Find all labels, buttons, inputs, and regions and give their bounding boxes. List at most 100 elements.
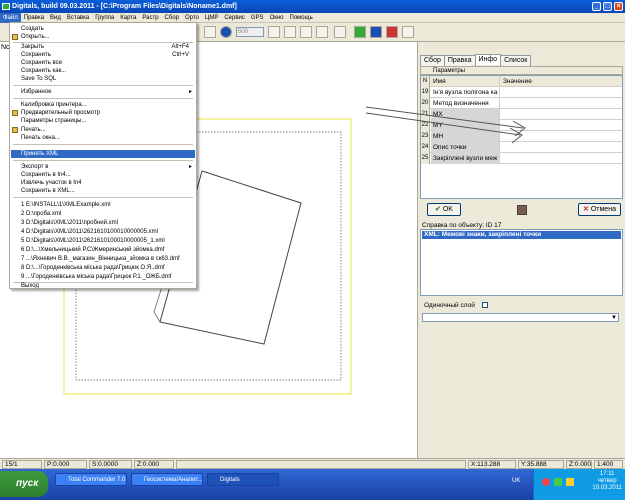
menu-item-export[interactable]: Экспорт в ▸ bbox=[11, 163, 195, 171]
menu-separator bbox=[13, 197, 193, 198]
menu-gps[interactable]: GPS bbox=[248, 13, 267, 23]
menu-item-exit[interactable]: Выход bbox=[11, 282, 195, 290]
layer-dropdown[interactable]: ▼ bbox=[422, 313, 619, 322]
language-indicator[interactable]: UK bbox=[512, 478, 520, 484]
menu-item-label: 7 ...\Яхневич В.В._магазин_Вінницька_зйо… bbox=[21, 256, 180, 262]
minimize-button[interactable]: _ bbox=[592, 2, 601, 11]
menu-item-save-sql[interactable]: Save To SQL bbox=[11, 75, 195, 83]
grid-icon[interactable] bbox=[268, 26, 280, 38]
system-tray: 17:11 четвер 10.03.2011 bbox=[533, 469, 625, 500]
menu-item-label: Печать окна... bbox=[21, 135, 60, 141]
header-name: Имя bbox=[431, 76, 500, 87]
tab-list[interactable]: Список bbox=[500, 55, 532, 66]
recent-file-6[interactable]: 6 D:\...\Хмельницький Р.С\Жмеринський зй… bbox=[11, 246, 195, 254]
recent-file-1[interactable]: 1 E:\INSTALL\1\XMLExample.xml bbox=[11, 201, 195, 209]
info-icon[interactable] bbox=[220, 26, 232, 38]
menu-item-label: Сохранить как... bbox=[21, 68, 67, 74]
submenu-arrow-icon: ▸ bbox=[188, 89, 192, 95]
help-selected-item[interactable]: XML: Межові знаки, закріплені точки bbox=[422, 231, 621, 239]
cancel-icon: ✕ bbox=[583, 206, 589, 213]
menu-item-favorites[interactable]: Избранное ▸ bbox=[11, 88, 195, 96]
curve-icon[interactable] bbox=[370, 26, 382, 38]
task-digitals[interactable]: Digitals bbox=[207, 473, 279, 486]
menu-item-save-xml[interactable]: Сохранить в XML... bbox=[11, 187, 195, 195]
single-layer-checkbox[interactable] bbox=[482, 302, 488, 308]
layers-icon[interactable] bbox=[284, 26, 296, 38]
status-cell: 15/1 bbox=[2, 460, 42, 469]
table-row[interactable]: 25 Закріплені вузли меж bbox=[421, 153, 622, 164]
menu-help[interactable]: Помощь bbox=[287, 13, 316, 23]
menu-item-page-setup[interactable]: Параметры страницы... bbox=[11, 117, 195, 125]
menu-item-save-as[interactable]: Сохранить как... bbox=[11, 67, 195, 75]
camera-icon[interactable] bbox=[517, 205, 527, 215]
row-name: Закріплені вузли меж bbox=[431, 153, 500, 164]
menu-item-new[interactable]: Создать bbox=[11, 25, 195, 33]
menu-item-label: Избранное bbox=[21, 89, 52, 95]
menu-item-calibrate[interactable]: Калибровка принтера... bbox=[11, 101, 195, 109]
tray-icon[interactable] bbox=[566, 478, 574, 486]
recent-file-9[interactable]: 9 ...\Городенківська міська рада\Грицюк … bbox=[11, 273, 195, 281]
check-icon[interactable] bbox=[316, 26, 328, 38]
menu-item-label: Save To SQL bbox=[21, 76, 57, 82]
menu-window[interactable]: Окно bbox=[267, 13, 287, 23]
menu-item-label: Предварительный просмотр bbox=[21, 110, 100, 116]
tray-icon[interactable] bbox=[542, 478, 550, 486]
menu-service[interactable]: Сервис bbox=[221, 13, 248, 23]
params-label: Параметры bbox=[433, 68, 465, 74]
menu-item-preview[interactable]: Предварительный просмотр bbox=[11, 109, 195, 117]
menu-item-label: Сохранить bbox=[21, 52, 51, 58]
menu-item-open[interactable]: Открыть... bbox=[11, 33, 195, 41]
ruler-icon[interactable] bbox=[354, 26, 366, 38]
menu-item-shortcut: Alt+F4 bbox=[171, 44, 189, 50]
pointer-icon[interactable] bbox=[334, 26, 346, 38]
help-list[interactable]: XML: Межові знаки, закріплені точки bbox=[420, 229, 623, 296]
menu-item-shortcut: Ctrl+V bbox=[172, 52, 189, 58]
task-total-commander[interactable]: Total Commander 7.0... bbox=[55, 473, 127, 486]
clock-date: 10.03.2011 bbox=[592, 485, 622, 491]
printer-icon bbox=[12, 127, 18, 133]
tray-icon[interactable] bbox=[554, 478, 562, 486]
menu-item-print-window[interactable]: Печать окна... bbox=[11, 134, 195, 142]
cancel-button[interactable]: ✕ Отмена bbox=[578, 203, 621, 216]
panel-tabs: Сбор Правка Инфо Список bbox=[420, 54, 532, 66]
menu-item-print[interactable]: Печать... bbox=[11, 126, 195, 134]
road-icon[interactable] bbox=[386, 26, 398, 38]
menu-item-close[interactable]: Закрыть Alt+F4 bbox=[11, 43, 195, 51]
tab-edit[interactable]: Правка bbox=[443, 55, 476, 66]
menu-item-label: 1 E:\INSTALL\1\XMLExample.xml bbox=[21, 202, 111, 208]
recent-file-7[interactable]: 7 ...\Яхневич В.В._магазин_Вінницька_зйо… bbox=[11, 255, 195, 263]
tab-collect[interactable]: Сбор bbox=[420, 55, 445, 66]
menu-dem[interactable]: ЦМР bbox=[202, 13, 221, 23]
menu-item-label: Параметры страницы... bbox=[21, 118, 87, 124]
menu-separator bbox=[13, 98, 193, 99]
close-button[interactable]: × bbox=[614, 2, 623, 11]
window-title: Digitals, build 09.03.2011 - [C:\Program… bbox=[12, 3, 237, 10]
menu-item-label: 3 D:\Digitals\XML\2011\пробний.xml bbox=[21, 220, 118, 226]
menu-item-save[interactable]: Сохранить Ctrl+V bbox=[11, 51, 195, 59]
recent-file-3[interactable]: 3 D:\Digitals\XML\2011\пробний.xml bbox=[11, 219, 195, 227]
menu-item-label: Закрыть bbox=[21, 44, 45, 50]
arrow-line bbox=[365, 112, 521, 136]
tab-info[interactable]: Инфо bbox=[474, 54, 502, 65]
hand-icon[interactable] bbox=[204, 26, 216, 38]
recent-file-2[interactable]: 2 D:\проба.xml bbox=[11, 210, 195, 218]
clock[interactable]: 17:11 четвер 10.03.2011 bbox=[592, 471, 622, 492]
menu-item-label: Сохранить все bbox=[21, 60, 62, 66]
row-value[interactable] bbox=[501, 153, 622, 164]
menu-item-save-all[interactable]: Сохранить все bbox=[11, 59, 195, 67]
menu-item-save-in4[interactable]: Сохранить в In4... bbox=[11, 171, 195, 179]
zoom-input[interactable]: 500 bbox=[236, 27, 264, 37]
recent-file-4[interactable]: 4 D:\Digitals\XML\2011\26216101000100000… bbox=[11, 228, 195, 236]
maximize-button[interactable]: □ bbox=[603, 2, 612, 11]
menu-item-extract-in4[interactable]: Извлечь участок в In4 bbox=[11, 179, 195, 187]
header-value: Значение bbox=[503, 78, 532, 85]
task-geosystem[interactable]: Геосистема/Аналит... bbox=[131, 473, 203, 486]
menu-item-label: 5 D:\Digitals\XML\2011\26216101000100000… bbox=[21, 238, 165, 244]
ok-button[interactable]: ✔ OK bbox=[427, 203, 461, 216]
recent-file-8[interactable]: 8 D:\...\Городенківська міська рада\Гриц… bbox=[11, 264, 195, 272]
start-button[interactable]: пуск bbox=[0, 471, 48, 497]
recent-file-5[interactable]: 5 D:\Digitals\XML\2011\26216101000100000… bbox=[11, 237, 195, 245]
menu-item-import-xml[interactable]: Принять XML bbox=[11, 150, 195, 158]
table-icon[interactable] bbox=[300, 26, 312, 38]
node-icon[interactable] bbox=[402, 26, 414, 38]
